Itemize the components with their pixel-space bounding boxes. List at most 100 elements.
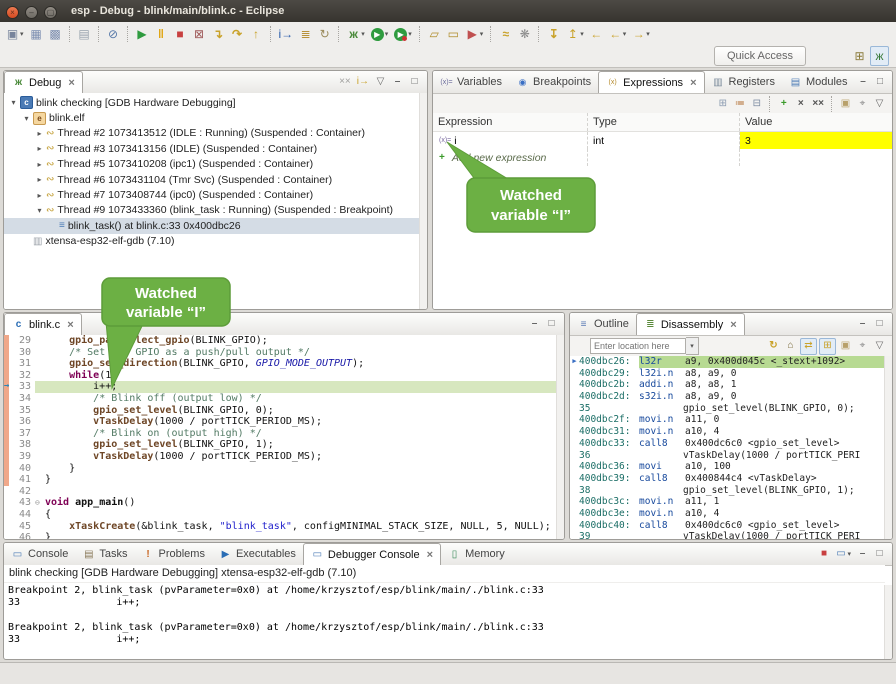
disassembly-line[interactable]: 400dbc40:call80x400dc6c0 <gpio_set_level… <box>570 520 885 532</box>
disassembly-line[interactable]: 400dbc29:l32i.na8, a9, 0 <box>570 368 885 380</box>
step-return-button[interactable]: ↑ <box>248 25 265 43</box>
expander-icon[interactable]: ▸ <box>34 129 45 138</box>
tab-executables[interactable]: ▶Executables <box>212 543 303 565</box>
editor-line[interactable]: 30 /* Set the GPIO as a push/pull output… <box>4 347 557 359</box>
back-history-button[interactable]: ←▾ <box>607 25 629 43</box>
editor-line[interactable]: 43⊖void app_main() <box>4 497 557 509</box>
tab-modules[interactable]: ▤Modules <box>782 71 855 93</box>
external-tools-button[interactable]: ▶▾ <box>392 25 414 43</box>
trace-control-button[interactable]: ≣ <box>297 25 314 43</box>
maximize-button[interactable]: □ <box>872 547 887 562</box>
show-source-button[interactable]: ⊞ <box>819 338 836 355</box>
editor-line[interactable]: 31 gpio_set_direction(BLINK_GPIO, GPIO_M… <box>4 358 557 370</box>
disassembly-line[interactable]: 35gpio_set_level(BLINK_GPIO, 0); <box>570 403 885 415</box>
debug-perspective-button[interactable]: ж <box>870 46 889 66</box>
debug-tree-item[interactable]: ≡blink_task() at blink.c:33 0x400dbc26 <box>4 218 420 233</box>
tab-problems[interactable]: !Problems <box>134 543 211 565</box>
maximize-button[interactable]: ▢ <box>44 6 57 19</box>
debug-tree-item[interactable]: ▾∾Thread #9 1073433360 (blink_task : Run… <box>4 203 420 218</box>
editor-line[interactable]: 39 vTaskDelay(1000 / portTICK_PERIOD_MS)… <box>4 451 557 463</box>
editor-line[interactable]: 32 while(1) <box>4 370 557 382</box>
editor-line[interactable]: 46} <box>4 532 557 539</box>
close-tab-icon[interactable]: × <box>730 319 736 331</box>
vertical-scrollbar[interactable] <box>884 356 892 539</box>
instruction-stepping-mode-button[interactable]: i→ <box>355 75 371 90</box>
tab-debug[interactable]: жDebug× <box>4 71 83 93</box>
expander-icon[interactable]: ▸ <box>34 144 45 153</box>
skip-all-breakpoints-button[interactable]: ⊘ <box>105 25 122 43</box>
expression-row[interactable]: (x)=iint3 <box>433 132 892 149</box>
next-annotation-button[interactable]: ↥▾ <box>564 25 586 43</box>
titlebar[interactable]: ×–▢ esp - Debug - blink/main/blink.c - E… <box>0 0 896 22</box>
collapse-all-button[interactable]: ⊟ <box>749 97 764 112</box>
debug-tree-item[interactable]: ▸∾Thread #3 1073413156 (IDLE) (Suspended… <box>4 141 420 156</box>
open-new-view-button[interactable]: ▣ <box>838 97 853 112</box>
disconnect-button[interactable]: ⊠ <box>191 25 208 43</box>
view-menu-button[interactable]: ▽ <box>872 339 887 354</box>
print-button[interactable]: ▤ <box>76 25 93 43</box>
editor-line[interactable]: 35 gpio_set_level(BLINK_GPIO, 0); <box>4 405 557 417</box>
debug-tree-item[interactable]: ▸∾Thread #6 1073431104 (Tmr Svc) (Suspen… <box>4 172 420 187</box>
disassembly-line[interactable]: 400dbc3e:movi.na10, 4 <box>570 508 885 520</box>
column-header-value[interactable]: Value <box>740 113 892 131</box>
launch-config-button[interactable]: ▶▾ <box>464 25 486 43</box>
tab-breakpoints[interactable]: ◉Breakpoints <box>509 71 598 93</box>
disassembly-line[interactable]: 400dbc36:movia10, 100 <box>570 461 885 473</box>
debug-tree-item[interactable]: ▸∾Thread #7 1073408744 (ipc0) (Suspended… <box>4 187 420 202</box>
disassembly-line[interactable]: 36vTaskDelay(1000 / portTICK_PERI <box>570 450 885 462</box>
editor-line[interactable]: 45 xTaskCreate(&blink_task, "blink_task"… <box>4 521 557 533</box>
column-header-expression[interactable]: Expression <box>433 113 588 131</box>
vertical-scrollbar[interactable] <box>884 585 892 659</box>
tab-console[interactable]: ▭Console <box>4 543 75 565</box>
display-console-button[interactable]: ▭▾ <box>833 547 853 562</box>
disassembly-line[interactable]: 400dbc2f:movi.na11, 0 <box>570 414 885 426</box>
resume-button[interactable]: ▶ <box>134 25 151 43</box>
view-menu-button[interactable]: ▽ <box>373 75 388 90</box>
expander-icon[interactable]: ▸ <box>34 191 45 200</box>
disassembly-line[interactable]: 39vTaskDelay(1000 / portTICK_PERI <box>570 531 885 539</box>
save-button[interactable]: ▦ <box>28 25 45 43</box>
debug-tree-item[interactable]: ▸∾Thread #2 1073413512 (IDLE : Running) … <box>4 126 420 141</box>
disassembly-line[interactable]: 400dbc33:call80x400dc6c0 <gpio_set_level… <box>570 438 885 450</box>
disassembly-line[interactable]: 400dbc3c:movi.na11, 1 <box>570 496 885 508</box>
close-tab-icon[interactable]: × <box>690 77 696 89</box>
debug-tree-item[interactable]: ▾cblink checking [GDB Hardware Debugging… <box>4 95 420 110</box>
debug-tree-item[interactable]: ▾eblink.elf <box>4 110 420 125</box>
expander-icon[interactable]: ▾ <box>8 98 19 107</box>
step-over-button[interactable]: ↷ <box>229 25 246 43</box>
expander-icon[interactable]: ▸ <box>34 160 45 169</box>
maximize-button[interactable]: □ <box>872 317 887 332</box>
tab-blink-c[interactable]: cblink.c× <box>4 313 82 335</box>
minimize-button[interactable]: – <box>855 317 870 332</box>
editor-code-area[interactable]: 29 gpio_pad_select_gpio(BLINK_GPIO);30 /… <box>4 335 557 539</box>
instruction-stepping-button[interactable]: i→ <box>277 25 296 43</box>
editor-line[interactable]: 40 } <box>4 463 557 475</box>
remove-all-expressions-button[interactable]: ×× <box>810 97 826 112</box>
tab-debugger-console[interactable]: ▭Debugger Console× <box>303 543 441 565</box>
sync-with-context-button[interactable]: ⇄ <box>800 338 817 355</box>
maximize-button[interactable]: □ <box>873 75 888 90</box>
tab-registers[interactable]: ▥Registers <box>705 71 782 93</box>
console-output[interactable]: Breakpoint 2, blink_task (pvParameter=0x… <box>8 585 882 659</box>
pin-view-button[interactable]: ⌖ <box>855 97 870 112</box>
vertical-scrollbar[interactable] <box>556 335 564 539</box>
location-input[interactable] <box>590 338 686 354</box>
tab-memory[interactable]: ▯Memory <box>441 543 512 565</box>
column-header-type[interactable]: Type <box>588 113 740 131</box>
minimize-button[interactable]: – <box>390 75 405 90</box>
editor-line[interactable]: →33 i++; <box>4 381 557 393</box>
close-tab-icon[interactable]: × <box>427 549 433 561</box>
disassembly-line[interactable]: 38gpio_set_level(BLINK_GPIO, 1); <box>570 485 885 497</box>
vertical-scrollbar[interactable] <box>419 93 427 309</box>
terminate-console-button[interactable]: ■ <box>816 547 831 562</box>
expander-icon[interactable]: ▾ <box>34 206 45 215</box>
editor-line[interactable]: 41} <box>4 474 557 486</box>
tab-expressions[interactable]: (x)Expressions× <box>598 71 704 93</box>
new-button[interactable]: ▣▾ <box>4 25 26 43</box>
new-project-button[interactable]: ▱ <box>426 25 443 43</box>
editor-line[interactable]: 36 vTaskDelay(1000 / portTICK_PERIOD_MS)… <box>4 416 557 428</box>
add-expression-row[interactable]: +Add new expression <box>433 149 892 166</box>
remove-expression-button[interactable]: × <box>793 97 808 112</box>
last-edit-location-button[interactable]: ↧ <box>545 25 562 43</box>
minimize-button[interactable]: – <box>25 6 38 19</box>
